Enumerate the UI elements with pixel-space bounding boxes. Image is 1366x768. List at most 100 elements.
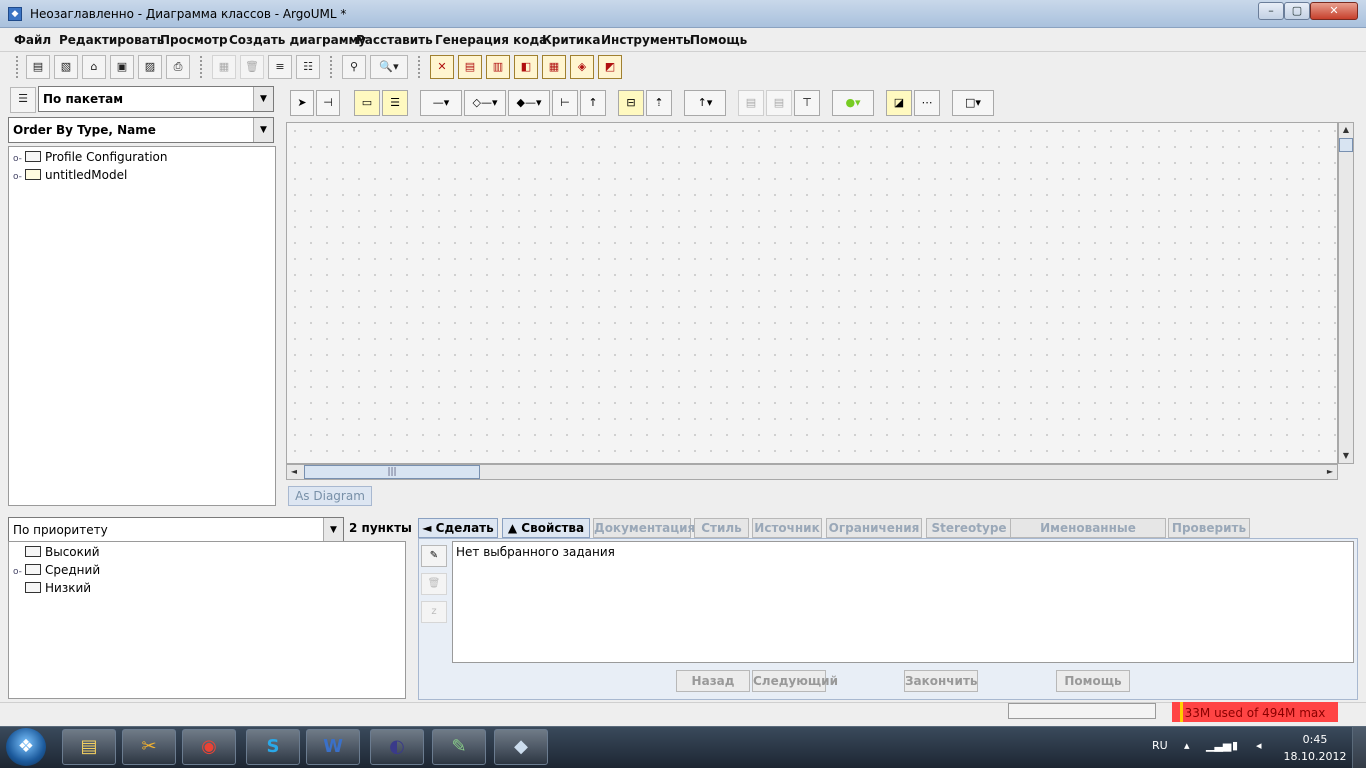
find-icon[interactable]: ⚲: [342, 55, 366, 79]
realization-tool-icon[interactable]: ⇡: [646, 90, 672, 116]
clock-date[interactable]: 18.10.2012: [1280, 750, 1350, 763]
editor-task-icon[interactable]: ✎: [432, 729, 486, 765]
tree-config-icon[interactable]: ☰: [10, 87, 36, 113]
tab-stereotype[interactable]: Stereotype: [926, 518, 1012, 538]
help-button[interactable]: Помощь: [1056, 670, 1130, 692]
tab-style[interactable]: Стиль: [694, 518, 749, 538]
save-as-icon[interactable]: ▨: [138, 55, 162, 79]
tree-item-untitled-model[interactable]: o-untitledModel: [13, 166, 127, 184]
tab-source[interactable]: Источник: [752, 518, 822, 538]
tab-documentation[interactable]: Документация: [593, 518, 695, 538]
show-desktop-button[interactable]: [1352, 727, 1366, 768]
dependency-tool-icon[interactable]: ⊢: [552, 90, 578, 116]
snooze-todo-icon[interactable]: z: [421, 601, 447, 623]
battery-icon[interactable]: ▮: [1232, 739, 1238, 752]
tray-expand-icon[interactable]: ▴: [1184, 739, 1190, 752]
add-attribute-icon[interactable]: ▤: [738, 90, 764, 116]
use-case-diagram-icon[interactable]: ✕: [430, 55, 454, 79]
toolbar-grip[interactable]: [200, 56, 204, 78]
tab-todo[interactable]: ◄ Сделать: [418, 518, 498, 538]
node-tool-icon[interactable]: ●▾: [832, 90, 874, 116]
save-icon[interactable]: ▣: [110, 55, 134, 79]
open-icon[interactable]: ⌂: [82, 55, 106, 79]
word-task-icon[interactable]: W: [306, 729, 360, 765]
distribute-icon[interactable]: ☷: [296, 55, 320, 79]
select-tool-icon[interactable]: ➤: [290, 90, 314, 116]
menu-help[interactable]: Помощь: [690, 33, 747, 47]
inheritance-tool-icon[interactable]: ↑▾: [684, 90, 726, 116]
composition-tool-icon[interactable]: ◆—▾: [508, 90, 550, 116]
volume-icon[interactable]: ◂: [1256, 739, 1262, 752]
diagram-canvas[interactable]: [286, 122, 1338, 464]
tab-tagged-values[interactable]: Именованные значения: [1010, 518, 1166, 553]
resolve-todo-icon[interactable]: 🗑: [421, 573, 447, 595]
print-icon[interactable]: ⎙: [166, 55, 190, 79]
todo-tree[interactable]: Высокий o- Средний Низкий: [8, 541, 406, 699]
comment-link-icon[interactable]: ⋯: [914, 90, 940, 116]
language-indicator[interactable]: RU: [1152, 739, 1168, 752]
add-operation-icon[interactable]: ▤: [766, 90, 792, 116]
back-button[interactable]: Назад: [676, 670, 750, 692]
chevron-down-icon[interactable]: ▼: [253, 87, 273, 111]
datatype-tool-icon[interactable]: ⊤: [794, 90, 820, 116]
explorer-tree[interactable]: o- Profile Configuration o-untitledModel: [8, 146, 276, 506]
toolbar-grip[interactable]: [16, 56, 20, 78]
horizontal-scroll-thumb[interactable]: |||: [304, 465, 480, 479]
scroll-right-icon[interactable]: ►: [1323, 465, 1337, 479]
todo-priority-low[interactable]: Низкий: [13, 579, 91, 597]
perspective-select[interactable]: По пакетам ▼: [38, 86, 274, 112]
scroll-up-icon[interactable]: ▲: [1339, 123, 1353, 137]
next-button[interactable]: Следующий: [752, 670, 838, 692]
sequence-diagram-icon[interactable]: ▥: [486, 55, 510, 79]
todo-sort-select[interactable]: По приоритету ▼: [8, 517, 344, 543]
eclipse-task-icon[interactable]: ◐: [370, 729, 424, 765]
menu-critique[interactable]: Критика: [542, 33, 600, 47]
argouml-task-icon[interactable]: ◆: [494, 729, 548, 765]
delete-icon[interactable]: 🗑: [240, 55, 264, 79]
aggregation-tool-icon[interactable]: ◇—▾: [464, 90, 506, 116]
todo-priority-high[interactable]: Высокий: [13, 543, 100, 561]
tab-properties[interactable]: ▲ Свойства: [502, 518, 590, 538]
tools-task-icon[interactable]: ✂: [122, 729, 176, 765]
new-project-icon[interactable]: ▤: [26, 55, 50, 79]
menu-file[interactable]: Файл: [14, 33, 51, 47]
association-tool-icon[interactable]: —▾: [420, 90, 462, 116]
collaboration-diagram-icon[interactable]: ◧: [514, 55, 538, 79]
statechart-diagram-icon[interactable]: ▦: [542, 55, 566, 79]
class-tool-icon[interactable]: ☰: [382, 90, 408, 116]
comment-tool-icon[interactable]: ◪: [886, 90, 912, 116]
menu-arrange[interactable]: Расставить: [356, 33, 433, 47]
toolbar-grip[interactable]: [330, 56, 334, 78]
tab-constraints[interactable]: Ограничения: [826, 518, 922, 538]
maximize-button[interactable]: ▢: [1284, 2, 1310, 20]
activity-diagram-icon[interactable]: ◈: [570, 55, 594, 79]
scroll-left-icon[interactable]: ◄: [287, 465, 301, 479]
generalization-tool-icon[interactable]: ↑: [580, 90, 606, 116]
vertical-scroll-thumb[interactable]: [1339, 138, 1353, 152]
order-select[interactable]: Order By Type, Name ▼: [8, 117, 274, 143]
interface-tool-icon[interactable]: ⊟: [618, 90, 644, 116]
todo-priority-medium[interactable]: o- Средний: [13, 561, 100, 579]
menu-view[interactable]: Просмотр: [160, 33, 228, 47]
broom-tool-icon[interactable]: ⊣: [316, 90, 340, 116]
expand-handle-icon[interactable]: o-: [13, 168, 25, 186]
package-tool-icon[interactable]: ▭: [354, 90, 380, 116]
deployment-diagram-icon[interactable]: ◩: [598, 55, 622, 79]
menu-edit[interactable]: Редактировать: [59, 33, 164, 47]
menu-create-diagram[interactable]: Создать диаграмму: [229, 33, 366, 47]
remove-icon[interactable]: ▦: [212, 55, 236, 79]
open-project-icon[interactable]: ▧: [54, 55, 78, 79]
finish-button[interactable]: Закончить: [904, 670, 978, 692]
network-icon[interactable]: ▁▃▅: [1206, 739, 1231, 752]
new-todo-icon[interactable]: ✎: [421, 545, 447, 567]
skype-task-icon[interactable]: S: [246, 729, 300, 765]
close-button[interactable]: ✕: [1310, 2, 1358, 20]
vertical-scrollbar[interactable]: ▲ ▼: [1338, 122, 1354, 464]
class-diagram-icon[interactable]: ▤: [458, 55, 482, 79]
align-icon[interactable]: ≡: [268, 55, 292, 79]
tree-item-profile-configuration[interactable]: o- Profile Configuration: [13, 148, 168, 166]
tab-as-diagram[interactable]: As Diagram: [288, 486, 372, 506]
menu-generate[interactable]: Генерация кода: [435, 33, 547, 47]
tab-checklist[interactable]: Проверить: [1168, 518, 1250, 538]
chevron-down-icon[interactable]: ▼: [323, 518, 343, 542]
